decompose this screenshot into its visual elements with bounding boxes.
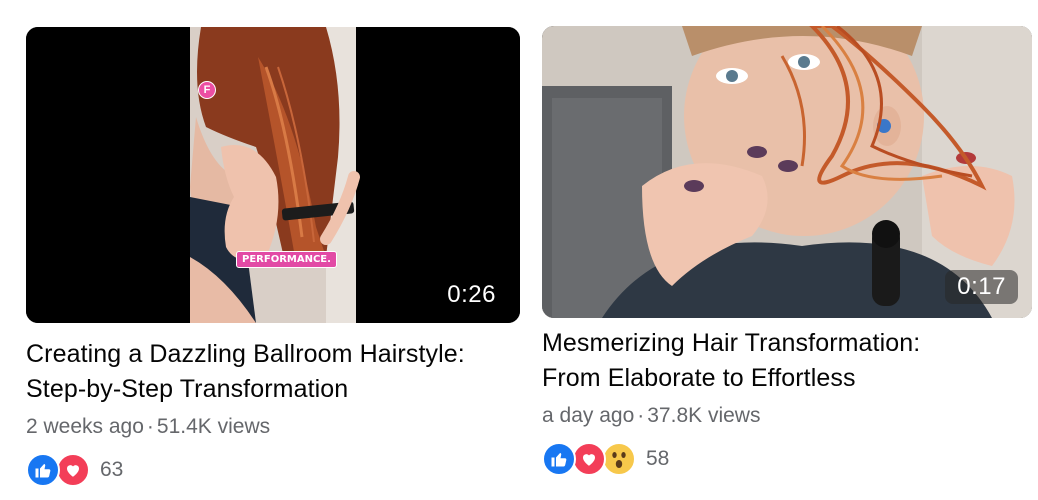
reactions-summary[interactable]: 63	[26, 453, 520, 487]
love-icon	[572, 442, 606, 476]
video-title-line: Mesmerizing Hair Transformation:	[542, 329, 921, 357]
wow-icon	[602, 442, 636, 476]
love-icon	[56, 453, 90, 487]
video-meta: 2 weeks ago · 51.4K views	[26, 415, 520, 439]
like-icon	[26, 453, 60, 487]
video-meta: a day ago · 37.8K views	[542, 404, 1032, 428]
reaction-count: 58	[646, 447, 670, 470]
creator-badge-icon: F	[198, 81, 216, 99]
video-duration: 0:17	[945, 270, 1018, 304]
video-views: 37.8K views	[647, 404, 761, 427]
video-card[interactable]: F PERFORMANCE. 0:26 Creating a Dazzling …	[26, 27, 520, 487]
video-title-line: Creating a Dazzling Ballroom Hairstyle:	[26, 340, 465, 368]
video-thumbnail[interactable]: 0:17	[542, 26, 1032, 318]
video-title-line: From Elaborate to Effortless	[542, 364, 856, 392]
like-icon	[542, 442, 576, 476]
video-age: 2 weeks ago	[26, 415, 144, 438]
video-title-line: Step-by-Step Transformation	[26, 375, 349, 403]
video-age: a day ago	[542, 404, 635, 427]
video-title[interactable]: Creating a Dazzling Ballroom Hairstyle: …	[26, 337, 520, 407]
separator: ·	[146, 415, 154, 438]
separator: ·	[637, 404, 645, 427]
reactions-summary[interactable]: 58	[542, 442, 1032, 476]
video-card[interactable]: 0:17 Mesmerizing Hair Transformation: Fr…	[542, 26, 1032, 476]
reaction-count: 63	[100, 458, 124, 481]
video-duration: 0:26	[447, 281, 496, 308]
video-views: 51.4K views	[156, 415, 271, 438]
overlay-caption: PERFORMANCE.	[236, 251, 337, 268]
video-thumbnail[interactable]: F PERFORMANCE. 0:26	[26, 27, 520, 323]
video-title[interactable]: Mesmerizing Hair Transformation: From El…	[542, 326, 1032, 396]
